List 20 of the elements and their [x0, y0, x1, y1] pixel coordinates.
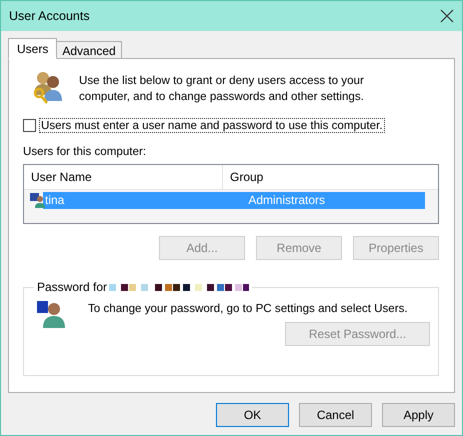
- user-icon: [30, 192, 46, 208]
- user-computer-icon: [36, 298, 66, 328]
- dialog-button[interactable]: Cancel: [299, 403, 372, 427]
- password-hint: To change your password, go to PC settings and select Users.: [88, 302, 408, 314]
- tab[interactable]: Users: [8, 38, 58, 59]
- dialog-button[interactable]: Apply: [382, 403, 455, 427]
- instruction-text: Use the list below to grant or deny users access to your computer, and to change passwords and other settings.: [79, 73, 365, 105]
- window-title: User Accounts: [9, 9, 90, 23]
- group-title: Password for: [37, 280, 108, 294]
- tab[interactable]: Advanced: [56, 41, 122, 59]
- column-header[interactable]: User Name: [24, 165, 223, 189]
- users-key-icon: [31, 69, 65, 105]
- checkbox-label[interactable]: Users must enter a user name and password to use this computer.: [40, 119, 384, 132]
- table-cell-text: Administrators: [247, 193, 326, 207]
- section-label: Users for this computer:: [23, 145, 148, 158]
- close-icon[interactable]: [440, 9, 454, 23]
- dialog-button[interactable]: OK: [216, 403, 289, 427]
- column-header[interactable]: Group: [223, 165, 422, 189]
- checkbox[interactable]: [23, 119, 36, 132]
- table-cell-text: tina: [44, 193, 66, 207]
